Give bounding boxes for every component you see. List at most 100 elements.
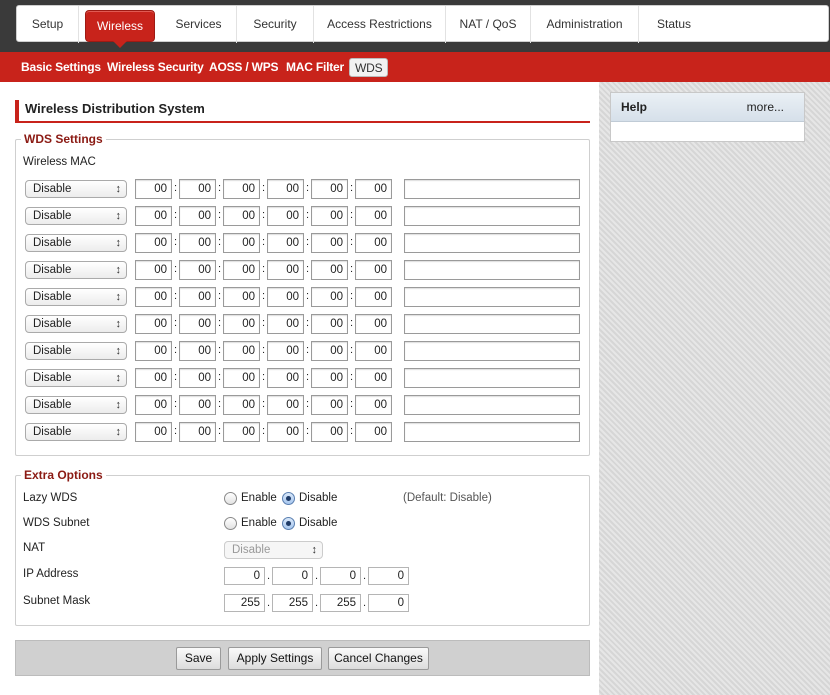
wds-description-input[interactable] [404, 206, 580, 226]
wds-subnet-disable-radio[interactable] [282, 517, 295, 530]
wds-description-input[interactable] [404, 422, 580, 442]
tab-nat-qos[interactable]: NAT / QoS [446, 6, 531, 43]
subnet-mask-octet-input[interactable]: 255 [272, 594, 313, 612]
mac-octet-input[interactable]: 00 [267, 287, 304, 307]
tab-wireless[interactable]: Wireless [85, 10, 155, 42]
ip-address-octet-input[interactable]: 0 [272, 567, 313, 585]
mac-octet-input[interactable]: 00 [179, 206, 216, 226]
mac-octet-input[interactable]: 00 [179, 368, 216, 388]
apply-settings-button[interactable]: Apply Settings [228, 647, 322, 670]
mac-octet-input[interactable]: 00 [135, 206, 172, 226]
mac-octet-input[interactable]: 00 [135, 233, 172, 253]
mac-octet-input[interactable]: 00 [223, 422, 260, 442]
mac-octet-input[interactable]: 00 [267, 179, 304, 199]
ip-address-octet-input[interactable]: 0 [320, 567, 361, 585]
wds-mode-select[interactable]: Disable ↕ [25, 234, 127, 252]
mac-octet-input[interactable]: 00 [311, 395, 348, 415]
mac-octet-input[interactable]: 00 [179, 395, 216, 415]
help-more-link[interactable]: more... [747, 93, 784, 122]
mac-octet-input[interactable]: 00 [223, 179, 260, 199]
mac-octet-input[interactable]: 00 [355, 422, 392, 442]
mac-octet-input[interactable]: 00 [267, 206, 304, 226]
subtab-wds[interactable]: WDS [349, 58, 389, 77]
mac-octet-input[interactable]: 00 [267, 422, 304, 442]
wds-description-input[interactable] [404, 314, 580, 334]
tab-setup[interactable]: Setup [17, 6, 79, 43]
ip-address-octet-input[interactable]: 0 [368, 567, 409, 585]
mac-octet-input[interactable]: 00 [223, 233, 260, 253]
wds-mode-select[interactable]: Disable ↕ [25, 207, 127, 225]
wds-description-input[interactable] [404, 287, 580, 307]
lazy-wds-disable-radio[interactable] [282, 492, 295, 505]
wds-mode-select[interactable]: Disable ↕ [25, 288, 127, 306]
wds-description-input[interactable] [404, 233, 580, 253]
tab-security[interactable]: Security [237, 6, 314, 43]
wds-mode-select[interactable]: Disable ↕ [25, 261, 127, 279]
mac-octet-input[interactable]: 00 [223, 395, 260, 415]
mac-octet-input[interactable]: 00 [135, 422, 172, 442]
mac-octet-input[interactable]: 00 [311, 341, 348, 361]
mac-octet-input[interactable]: 00 [135, 341, 172, 361]
wds-mode-select[interactable]: Disable ↕ [25, 423, 127, 441]
mac-octet-input[interactable]: 00 [311, 287, 348, 307]
mac-octet-input[interactable]: 00 [267, 341, 304, 361]
mac-octet-input[interactable]: 00 [355, 368, 392, 388]
mac-octet-input[interactable]: 00 [355, 395, 392, 415]
wds-mode-select[interactable]: Disable ↕ [25, 396, 127, 414]
mac-octet-input[interactable]: 00 [267, 233, 304, 253]
mac-octet-input[interactable]: 00 [311, 233, 348, 253]
mac-octet-input[interactable]: 00 [223, 368, 260, 388]
mac-octet-input[interactable]: 00 [355, 314, 392, 334]
nat-select[interactable]: Disable ↕ [224, 541, 323, 559]
tab-administration[interactable]: Administration [531, 6, 639, 43]
mac-octet-input[interactable]: 00 [311, 260, 348, 280]
mac-octet-input[interactable]: 00 [135, 179, 172, 199]
lazy-wds-enable-radio[interactable] [224, 492, 237, 505]
mac-octet-input[interactable]: 00 [135, 314, 172, 334]
wds-mode-select[interactable]: Disable ↕ [25, 315, 127, 333]
wds-subnet-enable-radio[interactable] [224, 517, 237, 530]
wds-description-input[interactable] [404, 368, 580, 388]
mac-octet-input[interactable]: 00 [267, 260, 304, 280]
mac-octet-input[interactable]: 00 [179, 233, 216, 253]
tab-access-restrictions[interactable]: Access Restrictions [314, 6, 446, 43]
mac-octet-input[interactable]: 00 [355, 287, 392, 307]
subnet-mask-octet-input[interactable]: 0 [368, 594, 409, 612]
subnet-mask-octet-input[interactable]: 255 [224, 594, 265, 612]
mac-octet-input[interactable]: 00 [179, 260, 216, 280]
mac-octet-input[interactable]: 00 [355, 179, 392, 199]
mac-octet-input[interactable]: 00 [311, 314, 348, 334]
mac-octet-input[interactable]: 00 [355, 260, 392, 280]
mac-octet-input[interactable]: 00 [179, 314, 216, 334]
mac-octet-input[interactable]: 00 [135, 368, 172, 388]
wds-mode-select[interactable]: Disable ↕ [25, 180, 127, 198]
mac-octet-input[interactable]: 00 [311, 368, 348, 388]
mac-octet-input[interactable]: 00 [355, 206, 392, 226]
mac-octet-input[interactable]: 00 [223, 287, 260, 307]
mac-octet-input[interactable]: 00 [355, 341, 392, 361]
mac-octet-input[interactable]: 00 [223, 314, 260, 334]
mac-octet-input[interactable]: 00 [135, 395, 172, 415]
mac-octet-input[interactable]: 00 [223, 206, 260, 226]
ip-address-octet-input[interactable]: 0 [224, 567, 265, 585]
tab-status[interactable]: Status [639, 6, 709, 43]
subtab-basic-settings[interactable]: Basic Settings [16, 58, 106, 77]
mac-octet-input[interactable]: 00 [267, 314, 304, 334]
mac-octet-input[interactable]: 00 [179, 287, 216, 307]
mac-octet-input[interactable]: 00 [311, 206, 348, 226]
wds-description-input[interactable] [404, 341, 580, 361]
subtab-wireless-security[interactable]: Wireless Security [102, 58, 209, 77]
mac-octet-input[interactable]: 00 [179, 179, 216, 199]
wds-mode-select[interactable]: Disable ↕ [25, 369, 127, 387]
wds-description-input[interactable] [404, 179, 580, 199]
subnet-mask-octet-input[interactable]: 255 [320, 594, 361, 612]
wds-mode-select[interactable]: Disable ↕ [25, 342, 127, 360]
subtab-mac-filter[interactable]: MAC Filter [281, 58, 349, 77]
mac-octet-input[interactable]: 00 [311, 422, 348, 442]
subtab-aoss-wps[interactable]: AOSS / WPS [204, 58, 283, 77]
cancel-changes-button[interactable]: Cancel Changes [328, 647, 429, 670]
wds-description-input[interactable] [404, 260, 580, 280]
save-button[interactable]: Save [176, 647, 221, 670]
mac-octet-input[interactable]: 00 [179, 422, 216, 442]
mac-octet-input[interactable]: 00 [355, 233, 392, 253]
